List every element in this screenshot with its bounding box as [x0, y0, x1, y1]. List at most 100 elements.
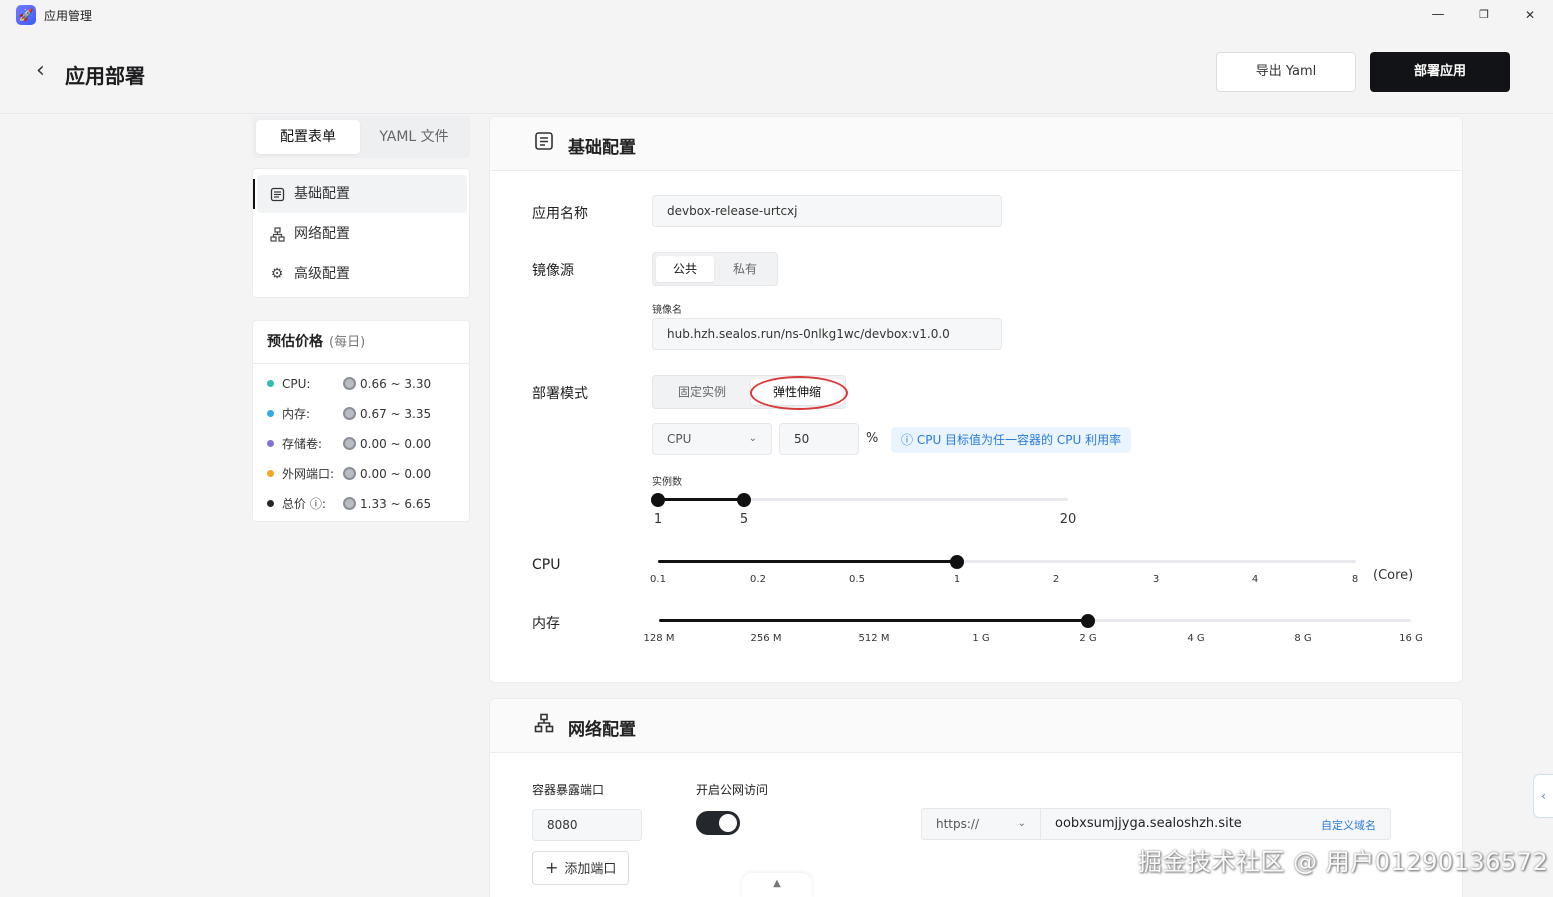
form-mode-tabs: 配置表单 YAML 文件	[252, 116, 470, 158]
title-bar: 🚀 应用管理 — ❐ ✕	[0, 0, 1553, 30]
image-name-label: 镜像名	[652, 305, 682, 316]
image-name-input[interactable]: hub.hzh.sealos.run/ns-0nlkg1wc/devbox:v1…	[652, 318, 1002, 350]
price-label: 总价 ⓘ:	[282, 497, 326, 511]
instances-scale-max: 20	[1059, 512, 1077, 527]
coin-icon	[343, 497, 356, 510]
nav-item-network[interactable]: 网络配置	[257, 215, 467, 253]
page-title: 应用部署	[65, 64, 145, 88]
domain-text: oobxsumjjyga.sealoshzh.site	[1055, 816, 1242, 831]
list-icon	[534, 131, 554, 156]
cpu-tick: 0.2	[750, 574, 766, 585]
watermark: 掘金技术社区 @ 用户01290136572	[1138, 848, 1549, 876]
instances-max-value: 5	[739, 512, 749, 527]
custom-domain-link[interactable]: 自定义域名	[1321, 817, 1376, 833]
deploy-app-button[interactable]: 部署应用	[1370, 52, 1510, 92]
section-nav: 基础配置 网络配置 ⚙ 高级配置	[252, 168, 470, 298]
cpu-tick: 0.1	[650, 574, 666, 585]
price-row-memory: 内存: 0.67 ~ 3.35	[267, 404, 467, 424]
price-label: CPU:	[282, 377, 311, 391]
instances-max-handle[interactable]	[737, 493, 751, 507]
chevron-down-icon: ⌄	[1017, 818, 1026, 829]
port-dot	[267, 470, 274, 477]
memory-tick: 8 G	[1294, 633, 1312, 644]
percent-unit: %	[866, 431, 879, 446]
active-indicator	[253, 179, 255, 209]
metric-tip: ⓘ CPU 目标值为任一容器的 CPU 利用率	[891, 427, 1132, 453]
image-source-private[interactable]: 私有	[716, 256, 774, 282]
tab-config-form[interactable]: 配置表单	[256, 120, 360, 154]
plus-icon: +	[545, 858, 559, 877]
cpu-tick: 0.5	[849, 574, 865, 585]
list-icon	[267, 175, 287, 213]
tab-yaml-file[interactable]: YAML 文件	[362, 120, 466, 154]
price-label: 存储卷:	[282, 437, 323, 451]
memory-tick: 512 M	[858, 633, 890, 644]
instances-min-handle[interactable]	[651, 493, 665, 507]
caret-up-icon[interactable]: ▲	[742, 873, 812, 897]
price-estimate-panel: 预估价格 (每日) CPU: 0.66 ~ 3.30 内存: 0.67 ~ 3.3…	[252, 320, 470, 522]
add-port-button[interactable]: + 添加端口	[532, 851, 630, 885]
memory-slider-fill	[659, 619, 1088, 622]
nav-item-basic[interactable]: 基础配置	[257, 175, 467, 213]
memory-dot	[267, 410, 274, 417]
coin-icon	[343, 467, 356, 480]
total-dot	[267, 500, 274, 507]
price-row-port: 外网端口: 0.00 ~ 0.00	[267, 464, 467, 484]
close-button[interactable]: ✕	[1515, 4, 1545, 26]
metric-select[interactable]: CPU ⌄	[652, 423, 772, 455]
nav-item-label: 网络配置	[294, 226, 350, 242]
price-value: 0.00 ~ 0.00	[360, 467, 432, 481]
chevron-down-icon: ⌄	[748, 433, 757, 444]
price-value: 0.67 ~ 3.35	[360, 407, 432, 421]
rocket-icon: 🚀	[16, 5, 36, 25]
coin-icon	[343, 437, 356, 450]
public-access-toggle[interactable]	[696, 811, 740, 835]
info-icon: ⓘ	[901, 433, 914, 447]
memory-slider-handle[interactable]	[1081, 614, 1095, 628]
metric-select-value: CPU	[667, 432, 692, 446]
back-arrow-icon[interactable]: ‹	[36, 60, 45, 82]
memory-tick: 2 G	[1079, 633, 1097, 644]
cpu-tick: 8	[1351, 574, 1359, 585]
memory-tick: 16 G	[1399, 633, 1423, 644]
network-icon	[534, 713, 554, 738]
price-value: 0.00 ~ 0.00	[360, 437, 432, 451]
price-label: 内存:	[282, 407, 311, 421]
cpu-dot	[267, 380, 274, 387]
deploy-mode-label: 部署模式	[532, 386, 588, 402]
instances-label: 实例数	[652, 477, 682, 488]
metric-target-input[interactable]: 50	[779, 423, 859, 455]
app-name-input[interactable]: devbox-release-urtcxj	[652, 195, 1002, 227]
cpu-slider-fill	[658, 560, 957, 563]
export-yaml-button[interactable]: 导出 Yaml	[1216, 52, 1356, 92]
public-domain-group: https:// ⌄ oobxsumjjyga.sealoshzh.site 自…	[921, 808, 1391, 840]
card-title: 网络配置	[568, 720, 636, 740]
add-port-label: 添加端口	[564, 862, 617, 877]
chevron-left-icon[interactable]: ‹	[1533, 774, 1553, 818]
memory-tick: 4 G	[1187, 633, 1205, 644]
memory-label: 内存	[532, 616, 560, 632]
metric-tip-text: CPU 目标值为任一容器的 CPU 利用率	[916, 433, 1122, 447]
nav-item-label: 基础配置	[294, 186, 350, 202]
gear-icon: ⚙	[270, 266, 284, 282]
price-row-storage: 存储卷: 0.00 ~ 0.00	[267, 434, 467, 454]
image-source-switch: 公共 私有	[652, 252, 778, 286]
cpu-tick: 4	[1251, 574, 1259, 585]
cpu-tick: 1	[953, 574, 961, 585]
instances-slider-range	[658, 498, 744, 501]
nav-item-advanced[interactable]: ⚙ 高级配置	[257, 255, 467, 293]
memory-tick: 128 M	[643, 633, 675, 644]
page-header: ‹ 应用部署 导出 Yaml 部署应用	[0, 30, 1553, 114]
deploy-mode-fixed[interactable]: 固定实例	[656, 379, 748, 405]
port-input[interactable]: 8080	[532, 809, 642, 841]
cpu-tick: 2	[1052, 574, 1060, 585]
app-name-label: 应用名称	[532, 206, 588, 222]
cpu-slider-handle[interactable]	[950, 555, 964, 569]
card-title: 基础配置	[568, 138, 636, 158]
minimize-button[interactable]: —	[1423, 4, 1453, 26]
price-subtitle: (每日)	[329, 335, 366, 350]
protocol-select[interactable]: https:// ⌄	[921, 808, 1041, 840]
image-source-public[interactable]: 公共	[656, 256, 714, 282]
price-row-total: 总价 ⓘ: 1.33 ~ 6.65	[267, 494, 467, 514]
maximize-button[interactable]: ❐	[1469, 4, 1499, 26]
